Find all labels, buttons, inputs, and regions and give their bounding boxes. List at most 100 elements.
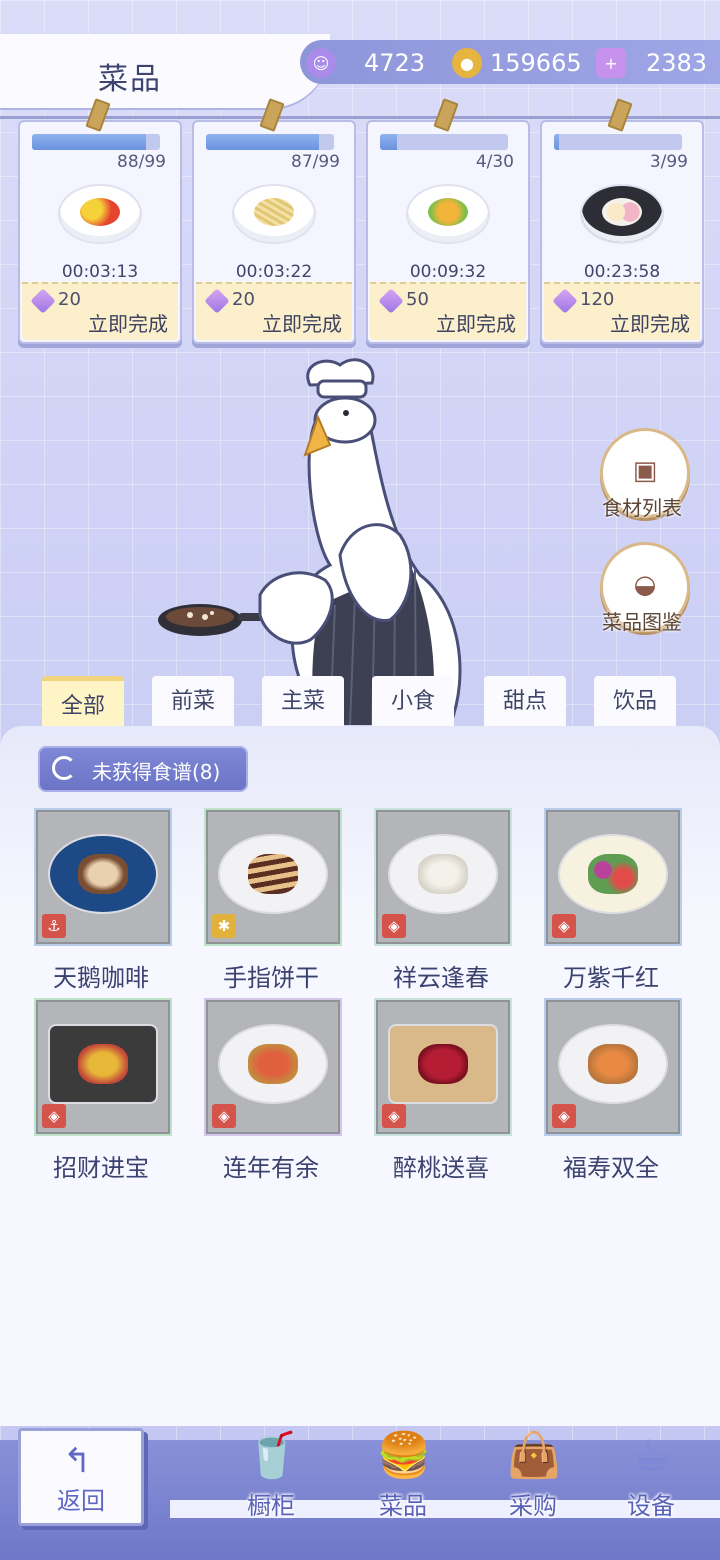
instant-complete-button[interactable]: 120 立即完成 [544,282,700,340]
order-progress-bar [32,134,160,150]
tab-main-course[interactable]: 主菜 [262,676,344,728]
nav-equipment[interactable]: ☕ 设备 [606,1420,696,1520]
tab-snack[interactable]: 小食 [372,676,454,728]
recipe-name: 连年有余 [223,1154,319,1182]
recipe-image: ◈ [34,998,172,1136]
tab-drinks[interactable]: 饮品 [594,676,676,728]
order-cost: 50 [406,289,429,310]
instant-complete-label: 立即完成 [436,312,516,336]
nav-purchase-label: 采购 [509,1492,557,1520]
instant-complete-button[interactable]: 50 立即完成 [370,282,526,340]
order-card[interactable]: 88/99 00:03:13 20 立即完成 [18,98,182,344]
nav-cabinet[interactable]: 🥤 橱柜 [226,1420,316,1520]
resource-token-value: 4723 [364,49,426,77]
gold-coin-icon: ● [452,48,482,78]
order-timer: 00:09:32 [409,262,487,282]
order-card[interactable]: 87/99 00:03:22 20 立即完成 [192,98,356,344]
anchor-icon: ⚓ [42,914,66,938]
tab-dessert[interactable]: 甜点 [484,676,566,728]
order-card[interactable]: 3/99 00:23:58 120 立即完成 [540,98,704,344]
unobtained-recipes-filter[interactable]: 未获得食谱(8) [38,746,248,792]
title-plate [0,34,330,108]
dish-catalog-label: 菜品图鉴 [602,610,682,634]
recipe-image: ◈ [204,998,342,1136]
ingredient-list-label: 食材列表 [602,496,682,520]
recipe-name: 天鹅咖啡 [53,964,149,992]
order-cost: 20 [232,289,255,310]
resource-coin[interactable]: ● 159665 [452,44,582,82]
order-timer: 00:03:22 [235,262,313,282]
page-title: 菜品 [98,62,162,97]
recipe-name: 招财进宝 [53,1154,149,1182]
resource-gem-value: 2383 [646,49,708,77]
refresh-icon [52,756,76,780]
purple-gem-plus-icon: + [596,48,626,78]
recipe-name: 福寿双全 [563,1154,659,1182]
order-progress-bar [380,134,508,150]
top-bar: 菜品 ☺ 4723 ● 159665 + 2383 [0,0,720,112]
smiley-fries-icon [408,186,488,242]
order-card[interactable]: 4/30 00:09:32 50 立即完成 [366,98,530,344]
instant-complete-label: 立即完成 [262,312,342,336]
box-icon: ▣ [632,456,658,486]
resource-coin-value: 159665 [490,49,582,77]
order-cost: 20 [58,289,81,310]
recipe-name: 手指饼干 [223,964,319,992]
recipe-name: 万紫千红 [563,964,659,992]
drink-cabinet-icon: 🥤 [244,1430,300,1481]
gem-icon [30,288,56,314]
recipe-name: 醉桃送喜 [393,1154,489,1182]
cloche-book-icon: ◒ [633,570,657,600]
pasta-icon [234,186,314,242]
back-arrow-icon: ↰ [63,1441,92,1481]
lantern-icon: ◈ [382,914,406,938]
resource-gem[interactable]: + 2383 [596,44,707,82]
order-progress-bar [554,134,682,150]
tab-appetizer[interactable]: 前菜 [152,676,234,728]
resource-token[interactable]: ☺ 4723 [306,44,425,82]
shopping-bag-icon: 👜 [506,1430,562,1481]
order-count: 4/30 [475,152,514,172]
nav-cabinet-label: 橱柜 [247,1492,295,1520]
coffee-machine-icon: ☕ [632,1430,672,1481]
gem-icon [204,288,230,314]
lantern-icon: ◈ [42,1104,66,1128]
filter-label: 未获得食谱(8) [92,760,221,784]
lantern-icon: ◈ [552,914,576,938]
order-count: 88/99 [117,152,166,172]
recipe-image: ⚓ [34,808,172,946]
mochi-icon [582,186,662,242]
instant-complete-button[interactable]: 20 立即完成 [22,282,178,340]
recipe-image: ✱ [204,808,342,946]
order-count: 3/99 [649,152,688,172]
lantern-icon: ◈ [382,1104,406,1128]
instant-complete-label: 立即完成 [610,312,690,336]
lantern-icon: ◈ [552,1104,576,1128]
recipe-image: ◈ [374,808,512,946]
recipe-image: ◈ [544,808,682,946]
nav-equipment-label: 设备 [627,1492,675,1520]
nav-dishes-label: 菜品 [379,1492,427,1520]
order-timer: 00:03:13 [61,262,139,282]
nav-dishes[interactable]: 🍔 菜品 [358,1420,448,1520]
tomato-egg-icon [60,186,140,242]
puzzle-icon: ✱ [212,914,236,938]
lantern-icon: ◈ [212,1104,236,1128]
gem-icon [378,288,404,314]
recipe-name: 祥云逢春 [393,964,489,992]
order-count: 87/99 [291,152,340,172]
instant-complete-label: 立即完成 [88,312,168,336]
recipe-image: ◈ [544,998,682,1136]
nav-purchase[interactable]: 👜 采购 [488,1420,578,1520]
back-button[interactable]: ↰ 返回 [18,1428,144,1526]
goose-chef-illustration [158,358,462,725]
tab-all[interactable]: 全部 [42,676,124,731]
gem-icon [552,288,578,314]
back-label: 返回 [57,1487,105,1515]
order-cost: 120 [580,289,615,310]
recipe-image: ◈ [374,998,512,1136]
order-progress-bar [206,134,334,150]
instant-complete-button[interactable]: 20 立即完成 [196,282,352,340]
purple-token-icon: ☺ [306,48,336,78]
burger-icon: 🍔 [376,1430,432,1481]
